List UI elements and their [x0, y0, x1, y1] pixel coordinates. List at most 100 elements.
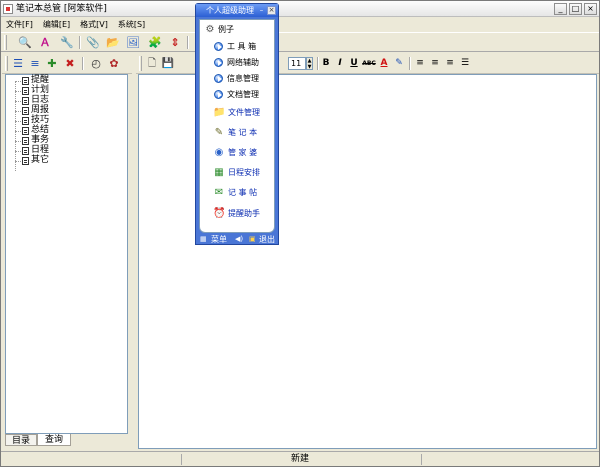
assistant-sub-network[interactable]: 网络辅助 [213, 57, 273, 69]
tab-search[interactable]: 查询 [37, 434, 71, 446]
sort-icon[interactable]: Ａ [37, 35, 53, 50]
assistant-reminder[interactable]: ⏰ 提醒助手 [213, 208, 273, 220]
main-toolbar: 🔍 Ａ 🔧 📎 📂 🖼 🧩 ⇕ [1, 32, 599, 52]
app-icon [3, 4, 13, 14]
assistant-notebook[interactable]: ✎ 笔 记 本 [213, 127, 273, 139]
category-tree[interactable]: 提醒 计划 日志 周报 技巧 总结 事务 日程 其它 [5, 74, 128, 434]
document-icon [22, 117, 29, 125]
assistant-title: 个人超级助理 [206, 6, 254, 15]
notebook-icon: ✎ [214, 127, 224, 138]
assistant-sub-docs[interactable]: 文档管理 [213, 89, 273, 101]
example-icon: ⚙ [205, 24, 215, 35]
underline-icon[interactable]: U [347, 57, 361, 70]
main-window: 笔记本总管 [阿笨软件] _ □ × 文件[F] 编辑[E] 格式[V] 系统[… [0, 0, 600, 467]
title-bar[interactable]: 笔记本总管 [阿笨软件] _ □ × [1, 1, 599, 17]
tree-list-icon[interactable]: ≡ [27, 56, 43, 71]
menu-system[interactable]: 系统[S] [113, 18, 150, 31]
preview-icon[interactable]: 🔍 [17, 35, 33, 50]
align-center-icon[interactable]: ≡ [428, 57, 442, 70]
font-size-stepper[interactable]: ▲ ▼ [306, 57, 313, 70]
split-icon[interactable]: ⇕ [167, 35, 183, 50]
calendar-icon: ▦ [214, 167, 224, 178]
add-node-icon[interactable]: ✚ [44, 56, 60, 71]
document-icon [22, 147, 29, 155]
assistant-sub-info[interactable]: 信息管理 [213, 73, 273, 85]
new-file-icon[interactable]: 🗋 [144, 56, 160, 71]
puzzle-icon[interactable]: 🧩 [147, 35, 163, 50]
assistant-sub-toolbox[interactable]: 工 具 箱 [213, 41, 273, 53]
highlight-icon[interactable]: ✎ [392, 57, 406, 70]
strikethrough-icon[interactable]: ABC [362, 57, 376, 70]
menu-icon: ▦ [200, 235, 207, 243]
window-controls: _ □ × [554, 3, 597, 15]
assistant-housekeeper[interactable]: ◉ 管 家 婆 [213, 147, 273, 159]
tools-icon[interactable]: 🔧 [59, 35, 75, 50]
left-panel-tabs: 目录 查询 [5, 434, 128, 448]
assistant-minimize-button[interactable]: – [257, 6, 266, 15]
assistant-footer: ▦ 菜单 ◀) ▣ 退出 [196, 234, 278, 245]
assistant-file-manager[interactable]: 📁 文件管理 [213, 107, 273, 119]
import-icon[interactable]: 📂 [105, 35, 121, 50]
bullet-list-icon[interactable]: ☰ [458, 57, 472, 70]
image-icon[interactable]: 🖼 [125, 35, 141, 50]
toolbar-separator [82, 57, 84, 70]
close-button[interactable]: × [584, 3, 597, 15]
document-icon [22, 127, 29, 135]
document-icon [22, 107, 29, 115]
assistant-menu-button[interactable]: 菜单 [211, 234, 227, 245]
toolbar-separator [79, 36, 81, 49]
menu-edit[interactable]: 编辑[E] [38, 18, 75, 31]
menu-file[interactable]: 文件[F] [1, 18, 38, 31]
maximize-button[interactable]: □ [569, 3, 582, 15]
sticky-note-icon: ✉ [214, 187, 224, 198]
tree-expand-icon[interactable]: ☰ [10, 56, 26, 71]
assistant-exit-button[interactable]: 退出 [259, 234, 275, 245]
font-size-field[interactable]: 11 [288, 57, 306, 70]
assistant-title-bar[interactable]: 个人超级助理 – × [196, 4, 278, 17]
align-left-icon[interactable]: ≡ [413, 57, 427, 70]
assistant-calendar[interactable]: ▦ 日程安排 [213, 167, 273, 179]
save-icon[interactable]: 💾 [160, 56, 176, 71]
document-icon [22, 137, 29, 145]
attach-icon[interactable]: 📎 [85, 35, 101, 50]
menu-bar: 文件[F] 编辑[E] 格式[V] 系统[S] [1, 18, 599, 31]
status-bar: 新建 [1, 451, 599, 466]
file-manager-icon: 📁 [213, 107, 226, 118]
reminder-icon: ⏰ [213, 208, 226, 219]
assistant-menu: ⚙ 例子 工 具 箱 网络辅助 信息管理 文档管理 📁 文件管理 ✎ 笔 记 本 [199, 19, 275, 233]
bug-icon[interactable]: ✿ [106, 56, 122, 71]
tab-catalog[interactable]: 目录 [5, 434, 37, 446]
play-icon [214, 58, 223, 67]
document-icon [22, 97, 29, 105]
minimize-button[interactable]: _ [554, 3, 567, 15]
window-title: 笔记本总管 [阿笨软件] [16, 4, 107, 14]
assistant-root-item[interactable]: ⚙ 例子 [204, 24, 274, 36]
panel-splitter[interactable] [132, 54, 136, 451]
clock-icon[interactable]: ◴ [88, 56, 104, 71]
status-text: 新建 [290, 454, 309, 464]
toolbar-grip[interactable] [5, 56, 8, 71]
toolbar-separator [187, 36, 189, 49]
play-icon [214, 74, 223, 83]
toolbar-grip[interactable] [139, 56, 142, 71]
assistant-sticky-notes[interactable]: ✉ 记 事 帖 [213, 187, 273, 199]
toolbar-separator [409, 57, 411, 70]
housekeeper-icon: ◉ [214, 147, 224, 158]
document-icon [22, 77, 29, 85]
assistant-panel: 个人超级助理 – × ⚙ 例子 工 具 箱 网络辅助 信息管理 文档管理 📁 文… [195, 3, 279, 245]
assistant-close-button[interactable]: × [267, 6, 276, 15]
tree-toolbar: ☰ ≡ ✚ ✖ ◴ ✿ [2, 54, 134, 74]
exit-icon: ▣ [249, 235, 256, 243]
toolbar-grip[interactable] [4, 35, 7, 50]
document-icon [22, 87, 29, 95]
speaker-icon[interactable]: ◀) [235, 234, 243, 245]
document-icon [22, 157, 29, 165]
italic-icon[interactable]: I [333, 57, 347, 70]
play-icon [214, 42, 223, 51]
align-right-icon[interactable]: ≡ [443, 57, 457, 70]
menu-format[interactable]: 格式[V] [75, 18, 113, 31]
delete-node-icon[interactable]: ✖ [62, 56, 78, 71]
font-color-icon[interactable]: A [377, 57, 391, 70]
bold-icon[interactable]: B [319, 57, 333, 70]
play-icon [214, 90, 223, 99]
